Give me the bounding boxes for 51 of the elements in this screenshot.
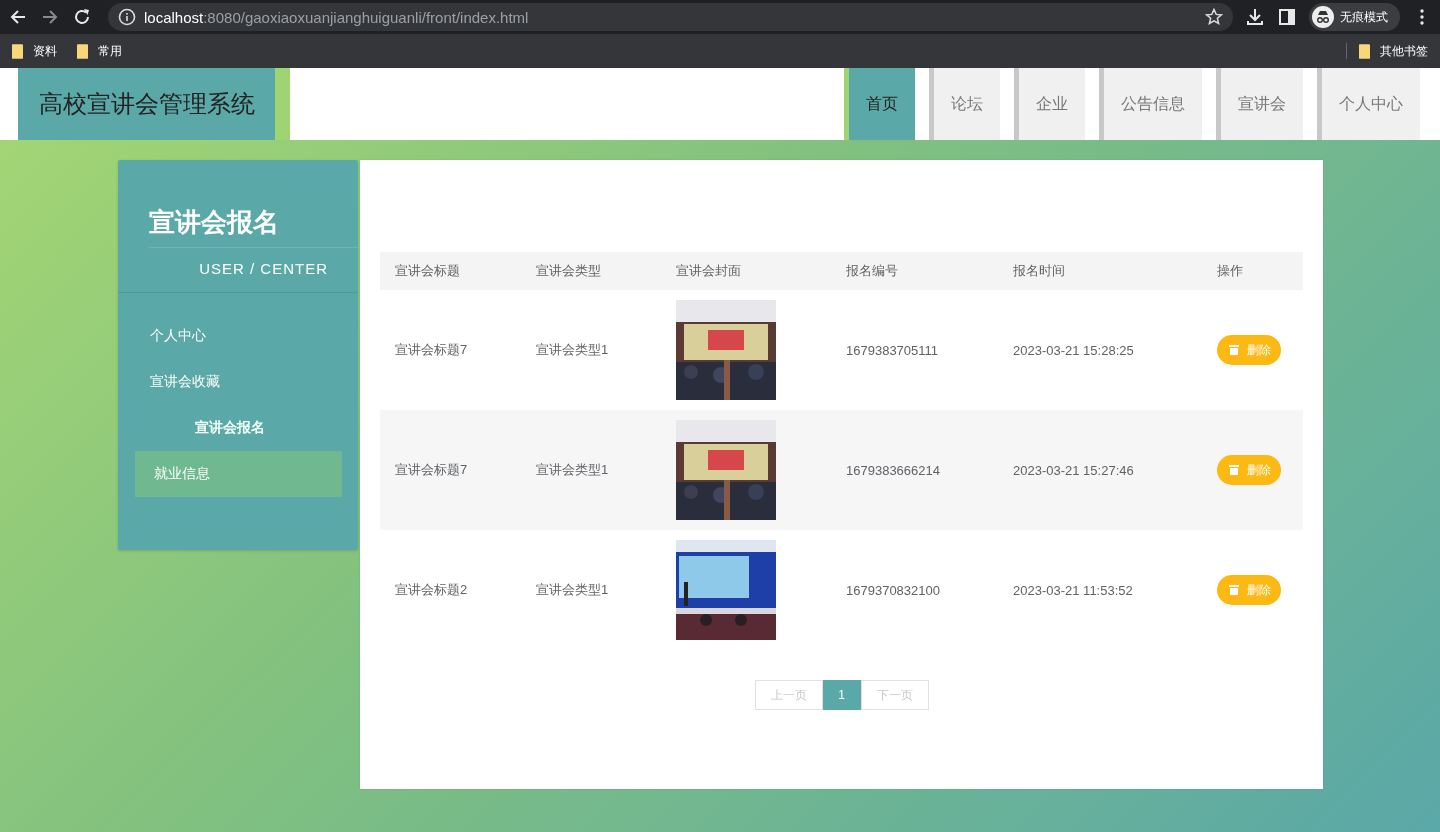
download-icon[interactable] xyxy=(1245,7,1265,27)
url-text: localhost:8080/gaoxiaoxuanjianghuiguanli/front/index.html xyxy=(144,8,529,26)
incognito-button[interactable]: 无痕模式 xyxy=(1309,3,1400,31)
folder-icon xyxy=(1359,43,1370,59)
nav-tab[interactable]: 宣讲会 xyxy=(1216,68,1303,140)
accent-bar xyxy=(275,68,290,140)
table-cell: 宣讲会类型1 xyxy=(521,290,661,410)
table-cell: 宣讲会类型1 xyxy=(521,410,661,530)
reload-icon[interactable] xyxy=(72,7,92,27)
table-cell: 1679383666214 xyxy=(831,410,998,530)
site-title: 高校宣讲会管理系统 xyxy=(18,68,275,140)
table-cell: 2023-03-21 15:28:25 xyxy=(998,290,1202,410)
sidebar-item[interactable]: 宣讲会收藏 xyxy=(135,359,342,405)
sidebar-item[interactable]: 就业信息 xyxy=(135,451,342,497)
folder-icon xyxy=(12,43,23,59)
sidebar-subtitle: USER / CENTER xyxy=(118,248,358,293)
table-cell: 宣讲会标题7 xyxy=(380,290,521,410)
info-icon[interactable] xyxy=(118,8,136,26)
star-icon[interactable] xyxy=(1205,8,1223,26)
bookmark[interactable]: 其他书签 xyxy=(1359,42,1428,60)
nav-tab[interactable]: 个人中心 xyxy=(1317,68,1420,140)
table-cell: 2023-03-21 15:27:46 xyxy=(998,410,1202,530)
column-header: 宣讲会类型 xyxy=(521,252,661,290)
table-cell: 宣讲会类型1 xyxy=(521,530,661,650)
side-panel-icon[interactable] xyxy=(1277,7,1297,27)
nav-tab[interactable]: 论坛 xyxy=(929,68,1000,140)
trash-icon xyxy=(1229,465,1239,475)
column-header: 报名时间 xyxy=(998,252,1202,290)
table-cell: 宣讲会标题2 xyxy=(380,530,521,650)
page-button[interactable]: 1 xyxy=(822,680,861,710)
nav-tab[interactable]: 首页 xyxy=(844,68,915,140)
sidebar-item[interactable]: 宣讲会报名 xyxy=(135,405,342,451)
table-cell: 2023-03-21 11:53:52 xyxy=(998,530,1202,650)
nav-tab[interactable]: 企业 xyxy=(1014,68,1085,140)
trash-icon xyxy=(1229,585,1239,595)
sidebar-title: 宣讲会报名 xyxy=(148,160,358,248)
table-cell: 1679370832100 xyxy=(831,530,998,650)
incognito-icon xyxy=(1312,6,1334,28)
folder-icon xyxy=(77,43,88,59)
column-header: 宣讲会封面 xyxy=(661,252,831,290)
column-header: 操作 xyxy=(1202,252,1303,290)
address-bar[interactable]: localhost:8080/gaoxiaoxuanjianghuiguanli/front/index.html xyxy=(108,3,1233,31)
column-header: 宣讲会标题 xyxy=(380,252,521,290)
sidebar-item[interactable]: 个人中心 xyxy=(135,313,342,359)
table-cell: 1679383705111 xyxy=(831,290,998,410)
bookmark[interactable]: 常用 xyxy=(77,42,122,60)
trash-icon xyxy=(1229,345,1239,355)
bookmark[interactable]: 资料 xyxy=(12,42,57,60)
nav-tab[interactable]: 公告信息 xyxy=(1099,68,1202,140)
table-cell: 宣讲会标题7 xyxy=(380,410,521,530)
column-header: 报名编号 xyxy=(831,252,998,290)
